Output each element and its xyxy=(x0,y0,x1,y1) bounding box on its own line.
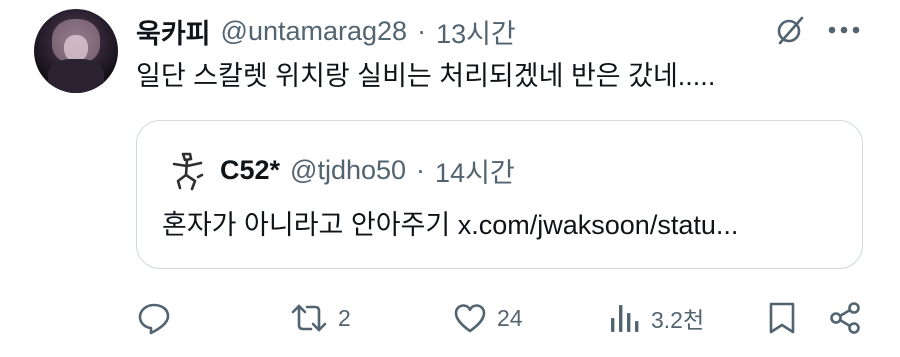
author-avatar[interactable] xyxy=(34,9,118,93)
grok-icon[interactable] xyxy=(774,14,806,46)
more-icon[interactable] xyxy=(826,14,862,46)
quote-author-avatar[interactable] xyxy=(168,151,206,191)
quote-author-name[interactable]: C52* xyxy=(220,155,280,186)
retweet-button[interactable]: 2 xyxy=(290,300,351,336)
avatar-face xyxy=(64,35,88,61)
retweet-count: 2 xyxy=(338,304,351,331)
bookmark-button[interactable] xyxy=(766,300,798,336)
quote-header: C52* @tjdho50 · 14시간 xyxy=(220,152,515,188)
views-icon xyxy=(609,301,641,335)
quoted-tweet[interactable] xyxy=(136,120,863,269)
reply-button[interactable] xyxy=(137,300,171,336)
views-count: 3.2천 xyxy=(651,307,705,333)
share-button[interactable] xyxy=(828,300,862,336)
like-count: 24 xyxy=(497,304,523,331)
quote-text: 혼자가 아니라고 안아주기 x.com/jwaksoon/statu... xyxy=(162,210,739,240)
views-button[interactable]: 3.2천 xyxy=(609,300,704,336)
tweet-time[interactable]: 13시간 xyxy=(436,12,516,51)
author-name[interactable]: 욱카피 xyxy=(136,12,211,51)
quote-header-separator: · xyxy=(416,154,426,185)
avatar-body xyxy=(48,59,104,93)
share-icon xyxy=(828,301,862,335)
quote-time[interactable]: 14시간 xyxy=(435,151,515,190)
tweet-text: 일단 스칼렛 위치랑 실비는 처리되겠네 반은 갔네..... xyxy=(136,61,716,91)
reply-icon xyxy=(137,301,171,335)
heart-icon xyxy=(453,302,487,334)
like-button[interactable]: 24 xyxy=(453,300,523,336)
quote-author-handle[interactable]: @tjdho50 xyxy=(290,155,406,186)
author-handle[interactable]: @untamarag28 xyxy=(221,16,408,47)
header-separator: · xyxy=(417,15,427,46)
bookmark-icon xyxy=(766,301,798,335)
retweet-icon xyxy=(290,301,328,335)
tweet-header: 욱카피 @untamarag28 · 13시간 xyxy=(136,13,516,49)
